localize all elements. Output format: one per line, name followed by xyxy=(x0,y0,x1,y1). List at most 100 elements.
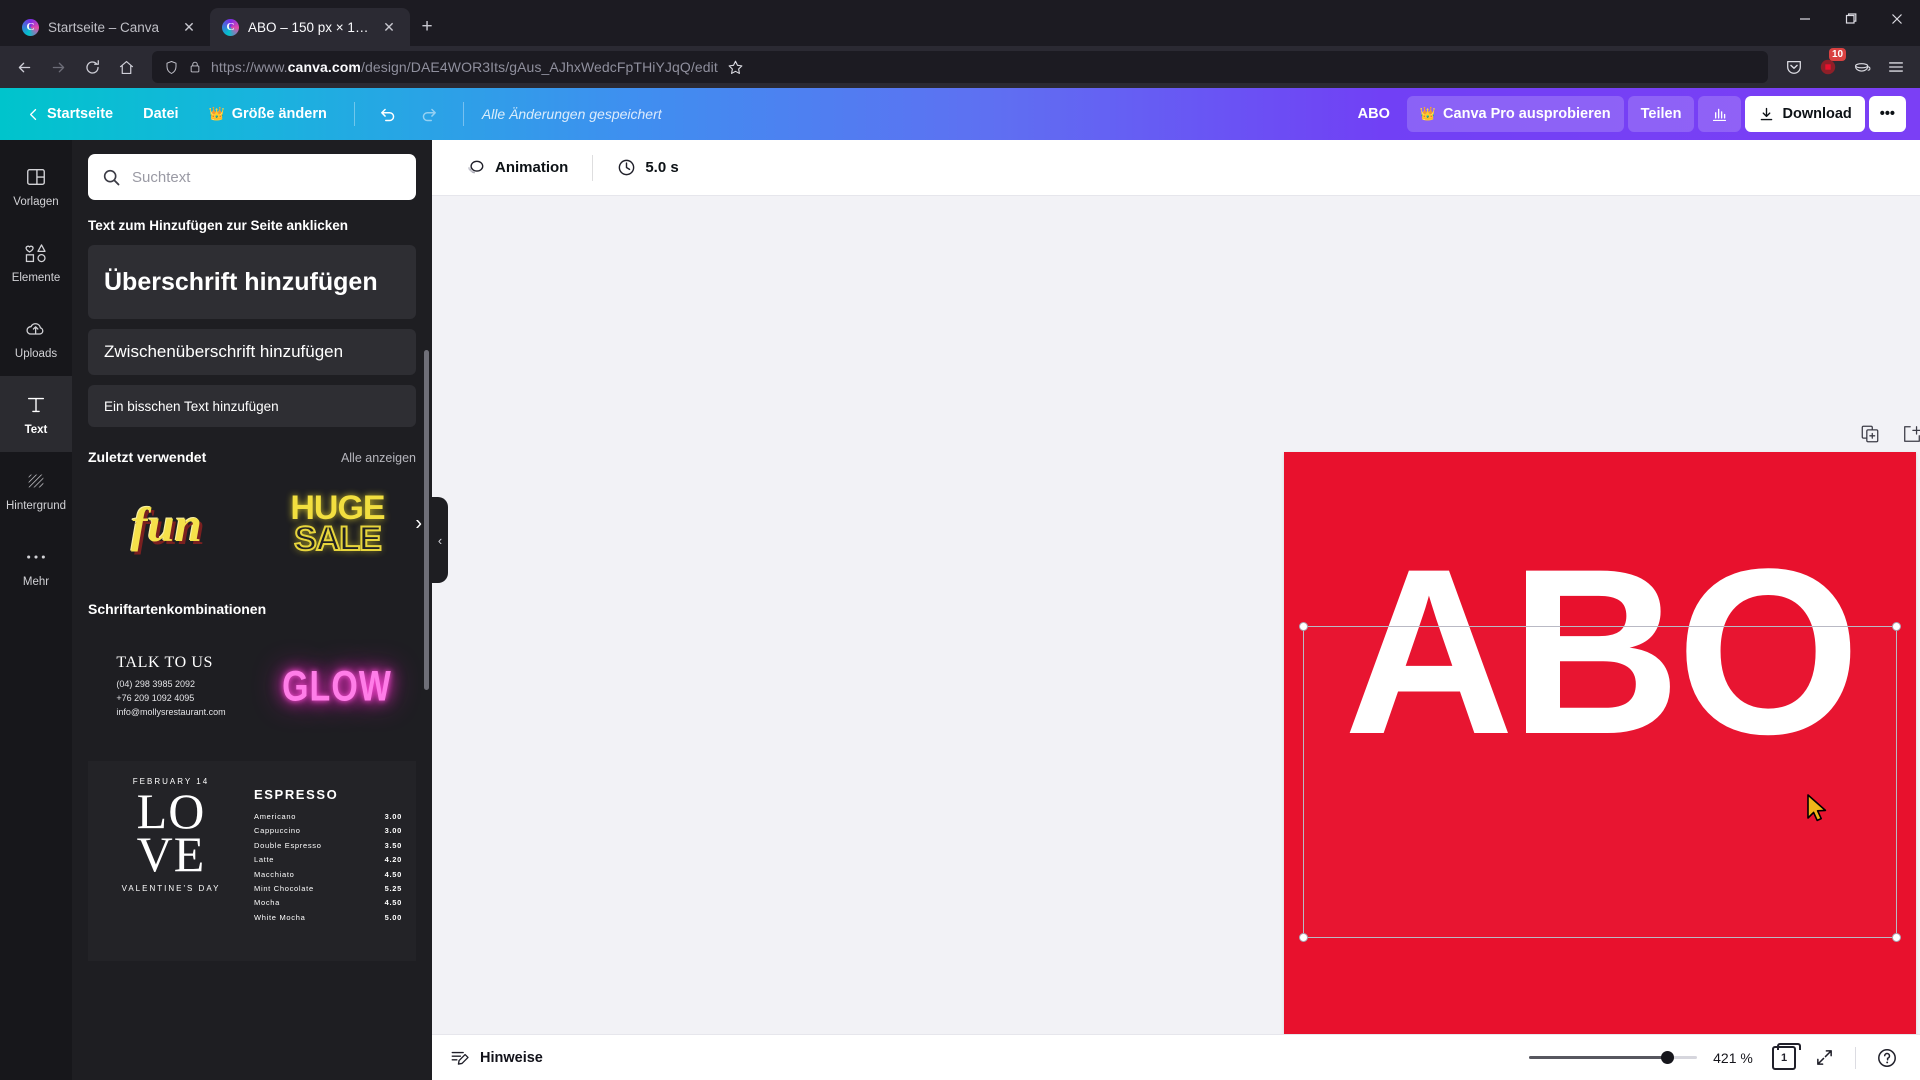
maximize-icon[interactable] xyxy=(1828,4,1874,34)
love-footer: VALENTINE'S DAY xyxy=(121,884,221,893)
panel-collapse-button[interactable]: ‹ xyxy=(432,497,448,583)
chevron-left-icon xyxy=(27,108,40,121)
notes-button[interactable]: Hinweise xyxy=(450,1048,543,1068)
combo-item-glow[interactable]: GLOW xyxy=(258,631,416,743)
sidebar-item-text[interactable]: Text xyxy=(0,376,72,452)
resize-handle-tr[interactable] xyxy=(1892,622,1901,631)
recent-item-huge-sale[interactable]: HUGE SALE xyxy=(259,476,416,572)
url-bar[interactable]: https://www.canva.com/design/DAE4WOR3Its… xyxy=(152,51,1768,83)
canva-icon: C xyxy=(22,18,39,36)
talk-line-2: +76 209 1092 4095 xyxy=(116,693,195,704)
extension-badge: 10 xyxy=(1829,48,1846,61)
duration-button[interactable]: 5.0 s xyxy=(605,149,690,187)
more-options-button[interactable]: ••• xyxy=(1868,96,1906,132)
recent-see-all-link[interactable]: Alle anzeigen xyxy=(341,451,416,465)
menu-item-name: Cappuccino xyxy=(254,826,301,836)
animation-label: Animation xyxy=(495,159,569,176)
forward-icon[interactable] xyxy=(42,51,74,83)
zoom-slider[interactable] xyxy=(1529,1050,1697,1066)
menu-row: Mocha 4.50 xyxy=(254,896,402,910)
app-body: Vorlagen Elemente Uploads Text Hintergru… xyxy=(0,140,1920,1080)
back-icon[interactable] xyxy=(8,51,40,83)
search-box[interactable] xyxy=(88,154,416,200)
crown-icon: 👑 xyxy=(1419,106,1437,121)
search-input[interactable] xyxy=(132,168,402,186)
sidebar-item-elemente[interactable]: Elemente xyxy=(0,224,72,300)
sidebar-item-label: Hintergrund xyxy=(5,500,67,512)
sidebar-item-vorlagen[interactable]: Vorlagen xyxy=(0,148,72,224)
redo-button[interactable] xyxy=(411,96,449,132)
menu-row: Americano 3.00 xyxy=(254,810,402,824)
reload-icon[interactable] xyxy=(76,51,108,83)
design-canvas[interactable]: ABO xyxy=(1284,452,1916,1034)
download-label: Download xyxy=(1782,106,1852,122)
browser-toolbar-right: 10 xyxy=(1778,48,1912,83)
resize-button[interactable]: 👑 Größe ändern xyxy=(196,96,340,132)
recent-item-fun[interactable]: fun xyxy=(88,476,245,572)
love-left: FEBRUARY 14 LO VE VALENTINE'S DAY xyxy=(102,777,240,945)
account-button[interactable]: ABO xyxy=(1345,96,1403,132)
file-menu-button[interactable]: Datei xyxy=(130,96,191,132)
text-icon xyxy=(25,392,47,418)
animation-icon xyxy=(466,158,486,178)
home-back-button[interactable]: Startseite xyxy=(14,96,126,132)
menu-row: Double Espresso 3.50 xyxy=(254,839,402,853)
close-icon[interactable] xyxy=(1874,4,1920,34)
animation-button[interactable]: Animation xyxy=(454,149,580,187)
page-count-button[interactable]: 1 xyxy=(1769,1042,1801,1073)
bookmark-star-icon[interactable] xyxy=(727,59,744,76)
add-body-text-button[interactable]: Ein bisschen Text hinzufügen xyxy=(88,385,416,427)
insights-button[interactable] xyxy=(1698,96,1742,132)
sidebar-item-mehr[interactable]: Mehr xyxy=(0,528,72,604)
undo-button[interactable] xyxy=(369,96,407,132)
add-heading-button[interactable]: Überschrift hinzufügen xyxy=(88,245,416,319)
new-tab-button[interactable]: + xyxy=(416,16,438,38)
fun-text: fun xyxy=(131,496,202,552)
add-text-heading: Text zum Hinzufügen zur Seite anklicken xyxy=(88,218,349,233)
panel-scrollbar[interactable] xyxy=(424,350,429,690)
editor-toolbar: Animation 5.0 s xyxy=(432,140,1920,196)
fullscreen-icon[interactable] xyxy=(1809,1043,1839,1073)
combo-item-talk-to-us[interactable]: TALK TO US (04) 298 3985 2092 +76 209 10… xyxy=(88,631,246,743)
resize-handle-br[interactable] xyxy=(1892,933,1901,942)
home-icon[interactable] xyxy=(110,51,142,83)
account-label: ABO xyxy=(1357,106,1390,122)
menu-item-price: 3.00 xyxy=(384,826,402,836)
browser-tab-2[interactable]: C ABO – 150 px × 150 px ✕ xyxy=(210,8,410,46)
extension-icon[interactable]: 10 xyxy=(1812,48,1846,83)
canvas-scroll-area: ABO + Seite hinzufügen xyxy=(432,196,1920,1034)
resize-handle-bl[interactable] xyxy=(1299,933,1308,942)
hamburger-menu-icon[interactable] xyxy=(1880,51,1912,83)
share-button[interactable]: Teilen xyxy=(1627,96,1695,132)
add-body-text-label: Ein bisschen Text hinzufügen xyxy=(104,398,279,414)
sidebar-item-hintergrund[interactable]: Hintergrund xyxy=(0,452,72,528)
zoom-knob[interactable] xyxy=(1660,1051,1674,1064)
text-panel: Text zum Hinzufügen zur Seite anklicken … xyxy=(72,140,432,1080)
minimize-icon[interactable] xyxy=(1782,4,1828,34)
combos-title: Schriftartenkombinationen xyxy=(88,601,267,617)
menu-row: Latte 4.20 xyxy=(254,853,402,867)
browser-navbar: https://www.canva.com/design/DAE4WOR3Its… xyxy=(0,46,1920,88)
coffee-cup-icon[interactable] xyxy=(1846,51,1878,83)
combo-item-love-menu[interactable]: FEBRUARY 14 LO VE VALENTINE'S DAY ESPRES… xyxy=(88,761,416,961)
help-button[interactable] xyxy=(1872,1043,1902,1073)
templates-icon xyxy=(25,164,47,190)
divider xyxy=(462,102,464,126)
close-icon[interactable]: ✕ xyxy=(178,16,200,38)
chevron-right-icon[interactable]: › xyxy=(415,513,422,536)
add-subheading-button[interactable]: Zwischenüberschrift hinzufügen xyxy=(88,329,416,375)
selection-box[interactable] xyxy=(1299,622,1901,942)
bar-chart-icon xyxy=(1711,106,1728,123)
canva-icon: C xyxy=(222,18,239,36)
try-canva-pro-button[interactable]: 👑 Canva Pro ausprobieren xyxy=(1406,96,1624,132)
download-button[interactable]: Download xyxy=(1745,96,1865,132)
pocket-icon[interactable] xyxy=(1778,51,1810,83)
share-label: Teilen xyxy=(1640,106,1682,122)
home-label: Startseite xyxy=(47,106,114,122)
resize-handle-tl[interactable] xyxy=(1299,622,1308,631)
add-page-icon[interactable] xyxy=(1902,424,1920,444)
close-icon[interactable]: ✕ xyxy=(378,16,400,38)
sidebar-item-uploads[interactable]: Uploads xyxy=(0,300,72,376)
browser-tab-1[interactable]: C Startseite – Canva ✕ xyxy=(10,8,210,46)
duplicate-page-icon[interactable] xyxy=(1860,424,1880,444)
